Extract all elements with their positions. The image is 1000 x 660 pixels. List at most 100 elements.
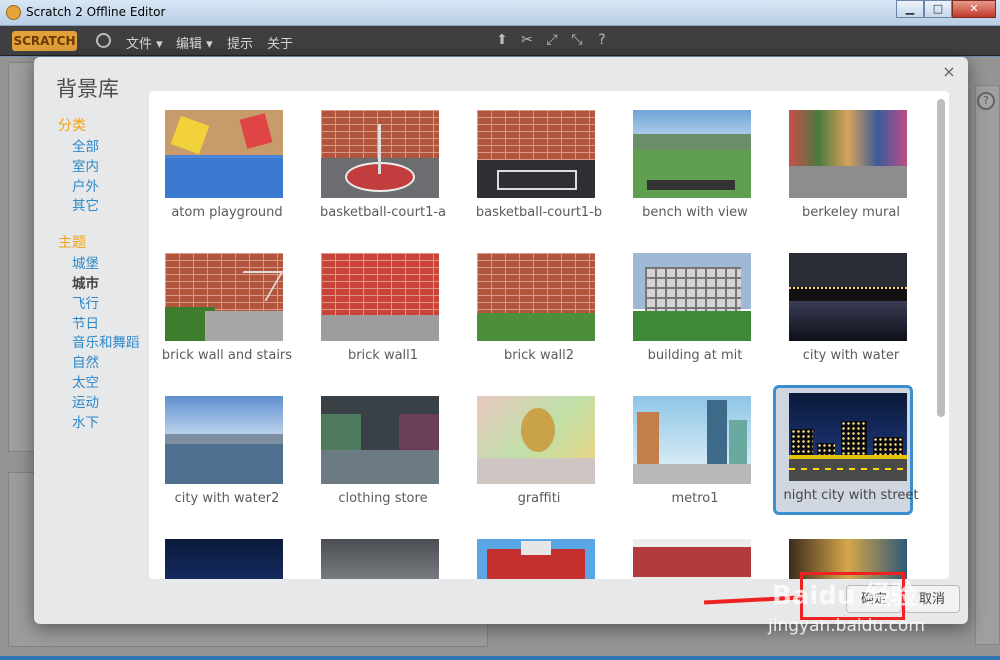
backdrop-tile[interactable]: basketball-court1-b (461, 102, 602, 232)
backdrop-thumbnail (633, 396, 751, 484)
dialog-close-icon[interactable]: × (940, 63, 958, 81)
backdrop-thumbnail (165, 110, 283, 198)
backdrop-thumbnail (165, 539, 283, 579)
category-indoors[interactable]: 室内 (58, 158, 158, 178)
theme-group: 主题 城堡 城市 飞行 节日 音乐和舞蹈 自然 太空 运动 水下 (58, 232, 158, 433)
backdrop-thumbnail (789, 253, 907, 341)
stamp-icon[interactable]: ⬆ (494, 32, 510, 48)
close-window-button[interactable]: ✕ (952, 0, 996, 18)
dialog-title: 背景库 (56, 77, 119, 101)
backdrop-thumbnail (789, 393, 907, 481)
theme-castle[interactable]: 城堡 (58, 255, 158, 275)
backdrop-tile[interactable] (461, 531, 601, 579)
scrollbar-thumb[interactable] (937, 99, 945, 417)
backdrop-tile[interactable] (773, 531, 913, 579)
window-title: Scratch 2 Offline Editor (26, 5, 166, 19)
backdrop-thumbnail (477, 110, 595, 198)
backdrop-tile[interactable]: brick wall and stairs (149, 245, 292, 375)
category-header: 分类 (58, 118, 86, 134)
theme-nature[interactable]: 自然 (58, 354, 158, 374)
minimize-button[interactable]: ▁ (896, 0, 924, 18)
theme-sports[interactable]: 运动 (58, 394, 158, 414)
backdrop-tile-selected[interactable]: night city with street (773, 385, 919, 515)
backdrop-thumbnail (633, 253, 751, 341)
backdrop-tile[interactable]: graffiti (461, 388, 601, 518)
taskbar-strip (0, 656, 1000, 660)
backdrop-label: clothing store (338, 491, 428, 506)
backdrop-grid: atom playground basketball-court1-a bask… (149, 91, 949, 579)
menu-about[interactable]: 关于 (267, 33, 293, 52)
backdrop-tile[interactable]: bench with view (617, 102, 757, 232)
cut-icon[interactable]: ✂ (519, 32, 535, 48)
globe-icon[interactable] (96, 33, 111, 48)
theme-city[interactable]: 城市 (58, 275, 158, 295)
backdrop-thumbnail (321, 539, 439, 579)
backdrop-thumbnail (321, 253, 439, 341)
backdrop-label: graffiti (517, 491, 561, 506)
backdrop-tile[interactable]: city with water2 (149, 388, 289, 518)
backdrop-thumbnail (477, 396, 595, 484)
backdrop-tile[interactable] (305, 531, 445, 579)
category-outdoors[interactable]: 户外 (58, 178, 158, 198)
category-all[interactable]: 全部 (58, 138, 158, 158)
backdrop-library-dialog: 背景库 × 分类 全部 室内 户外 其它 主题 城堡 城市 飞行 节日 音乐和舞… (34, 57, 968, 624)
backdrop-tile[interactable] (149, 531, 289, 579)
backdrop-label: basketball-court1-a (320, 205, 446, 220)
backdrop-label: brick wall2 (503, 348, 575, 363)
theme-flying[interactable]: 飞行 (58, 295, 158, 315)
backdrop-thumbnail (477, 539, 595, 579)
scratch-logo: SCRATCH (12, 31, 77, 51)
scratch-cat-icon (6, 5, 21, 20)
category-group: 分类 全部 室内 户外 其它 (58, 115, 158, 217)
backdrop-thumbnail (789, 539, 907, 579)
backdrop-thumbnail (321, 110, 439, 198)
backdrop-label: bench with view (642, 205, 748, 220)
backdrop-thumbnail (633, 110, 751, 198)
backdrop-label: atom playground (171, 205, 283, 220)
backdrop-label: basketball-court1-b (475, 205, 603, 220)
backdrop-label: berkeley mural (802, 205, 900, 220)
backdrop-label: city with water (802, 348, 900, 363)
backdrop-tile[interactable]: building at mit (617, 245, 757, 375)
backdrop-thumbnail (321, 396, 439, 484)
menu-file[interactable]: 文件 ▾ (126, 33, 163, 52)
backdrop-tile[interactable]: clothing store (305, 388, 445, 518)
window-controls: ▁ □ ✕ (896, 0, 996, 18)
theme-space[interactable]: 太空 (58, 374, 158, 394)
backdrop-label: city with water2 (174, 491, 280, 506)
backdrop-tile[interactable] (617, 531, 757, 579)
help-icon[interactable]: ? (594, 32, 610, 48)
backdrop-thumbnail (789, 110, 907, 198)
backdrop-tile[interactable]: metro1 (617, 388, 757, 518)
shrink-icon[interactable]: ⤡ (569, 32, 585, 48)
baidu-watermark: Baidu 经验 (772, 581, 917, 611)
backdrop-label: night city with street (783, 488, 919, 503)
backdrop-label: brick wall1 (347, 348, 419, 363)
backdrop-tile[interactable]: berkeley mural (773, 102, 913, 232)
window-titlebar: Scratch 2 Offline Editor ▁ □ ✕ (0, 0, 1000, 26)
theme-underwater[interactable]: 水下 (58, 414, 158, 434)
baidu-watermark-url: jingyan.baidu.com (768, 616, 925, 636)
backdrop-thumbnail (633, 539, 751, 579)
backdrop-tile[interactable]: brick wall2 (461, 245, 601, 375)
menu-edit[interactable]: 编辑 ▾ (176, 33, 213, 52)
backdrop-tile[interactable]: atom playground (149, 102, 289, 232)
backdrop-tile[interactable]: basketball-court1-a (305, 102, 446, 232)
grid-scrollbar[interactable] (937, 99, 945, 571)
theme-header: 主题 (58, 235, 86, 252)
theme-holiday[interactable]: 节日 (58, 315, 158, 335)
backdrop-label: metro1 (671, 491, 719, 506)
backdrop-tile[interactable]: city with water (773, 245, 913, 375)
menu-tips[interactable]: 提示 (227, 33, 253, 52)
backdrop-label: building at mit (647, 348, 743, 363)
category-other[interactable]: 其它 (58, 197, 158, 217)
library-sidebar: 分类 全部 室内 户外 其它 主题 城堡 城市 飞行 节日 音乐和舞蹈 自然 太… (58, 115, 158, 448)
grow-icon[interactable]: ⤢ (544, 32, 560, 48)
backdrop-thumbnail (165, 396, 283, 484)
backdrop-label: brick wall and stairs (161, 348, 293, 363)
maximize-button[interactable]: □ (924, 0, 952, 18)
backdrop-thumbnail (477, 253, 595, 341)
theme-music-dance[interactable]: 音乐和舞蹈 (58, 334, 158, 354)
backdrop-thumbnail (165, 253, 283, 341)
backdrop-tile[interactable]: brick wall1 (305, 245, 445, 375)
